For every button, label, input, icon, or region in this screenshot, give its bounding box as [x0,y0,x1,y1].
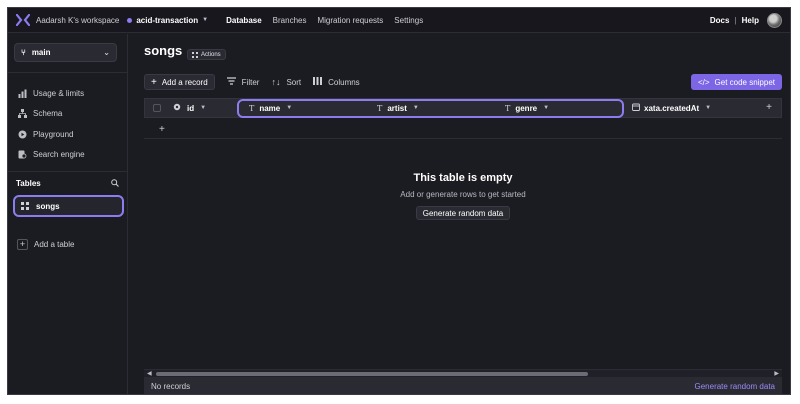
horizontal-scrollbar[interactable]: ◀ ▶ [144,369,782,377]
database-selector[interactable]: acid-transaction [136,16,198,25]
sidebar-item-playground[interactable]: Playground [18,130,73,139]
chevron-down-icon[interactable]: ▼ [200,105,206,111]
add-row-plus-icon[interactable]: + [159,124,165,135]
empty-state-title: This table is empty [413,172,513,184]
get-code-snippet-label: Get code snippet [714,77,775,87]
sidebar-item-schema[interactable]: Schema [18,109,62,118]
calendar-icon [632,103,640,113]
sidebar-item-label: Usage & limits [33,89,85,98]
sidebar-item-label: Schema [33,109,63,118]
sort-icon: ↑↓ [271,77,281,87]
chevron-down-icon[interactable]: ▼ [202,17,208,23]
schema-icon [18,109,27,118]
plus-icon: + [151,76,157,88]
sort-label: Sort [286,77,302,87]
sort-button[interactable]: ↑↓ Sort [271,77,301,87]
tables-heading: Tables [16,179,41,188]
nav-settings[interactable]: Settings [394,16,423,25]
filter-label: Filter [241,77,260,87]
columns-icon [313,77,323,87]
search-engine-icon [18,150,27,159]
branch-selector[interactable]: ⑂ main ⌄ [14,43,117,62]
column-header-id[interactable]: id ▼ [173,99,206,117]
docs-link[interactable]: Docs [710,16,730,25]
sidebar-item-label: Playground [33,130,74,139]
sidebar-item-label: Search engine [33,150,85,159]
table-toolbar: + Add a record Filter ↑↓ Sort Columns [144,74,360,90]
column-name: xata.createdAt [644,103,700,113]
chevron-down-icon[interactable]: ▼ [705,105,711,111]
nav-migration-requests[interactable]: Migration requests [317,16,383,25]
filter-icon [226,77,236,87]
top-right-links: Docs | Help [710,8,782,33]
column-highlight-outline [237,99,624,118]
divider [8,72,128,73]
add-table-label: Add a table [34,240,75,249]
get-code-snippet-button[interactable]: </> Get code snippet [690,74,782,90]
xata-logo-icon[interactable] [16,14,30,26]
code-icon: </> [697,77,710,87]
table-header-row: id ▼ T name ▼ T artist ▼ T genre ▼ xata.… [144,98,782,118]
filter-button[interactable]: Filter [226,77,260,87]
link-separator: | [734,16,737,25]
select-all-checkbox[interactable] [153,104,161,112]
database-status-dot-icon [127,17,133,23]
actions-button[interactable]: Actions [187,49,226,60]
table-footer: No records Generate random data [144,377,782,394]
columns-label: Columns [328,77,360,87]
main-nav: Database Branches Migration requests Set… [226,16,434,25]
divider [144,138,782,139]
nav-branches[interactable]: Branches [273,16,307,25]
table-grid-icon [21,202,29,210]
add-column-plus-icon[interactable]: + [766,102,772,113]
scroll-right-icon[interactable]: ▶ [774,370,779,377]
app-window: Aadarsh K's workspace acid-transaction ▼… [7,7,791,395]
add-record-label: Add a record [161,77,208,87]
sidebar-item-usage-limits[interactable]: Usage & limits [18,89,84,98]
sidebar: ⑂ main ⌄ Usage & limits Schema Playgroun… [8,34,128,394]
plus-icon: + [17,239,28,250]
sidebar-table-label: songs [36,201,60,211]
help-link[interactable]: Help [742,16,759,25]
empty-state-subtitle: Add or generate rows to get started [400,190,526,199]
divider [8,171,128,172]
nav-database[interactable]: Database [226,16,262,25]
branch-name: main [31,48,51,57]
search-icon[interactable] [111,179,119,189]
add-record-button[interactable]: + Add a record [144,74,215,90]
workspace-name[interactable]: Aadarsh K's workspace [36,16,119,25]
generate-random-data-button[interactable]: Generate random data [415,206,511,220]
table-grid-icon [192,51,198,58]
chevron-down-icon: ⌄ [103,48,110,57]
records-count: No records [151,382,191,391]
columns-button[interactable]: Columns [313,77,360,87]
scroll-left-icon[interactable]: ◀ [147,370,152,377]
main-content: songs Actions + Add a record Filter ↑↓ S… [129,34,790,394]
playground-icon [18,130,27,139]
add-table-button[interactable]: + Add a table [17,239,74,250]
column-header-xata-createdat[interactable]: xata.createdAt ▼ [632,99,711,117]
generate-random-data-link[interactable]: Generate random data [695,382,776,391]
key-icon [173,103,181,113]
git-branch-icon: ⑂ [21,48,26,57]
bar-chart-icon [18,89,27,98]
empty-state: This table is empty Add or generate rows… [144,172,782,221]
top-bar: Aadarsh K's workspace acid-transaction ▼… [8,8,790,33]
avatar[interactable] [767,13,782,28]
sidebar-table-songs[interactable]: songs [13,195,124,217]
scrollbar-thumb[interactable] [156,372,588,376]
actions-label: Actions [201,51,221,58]
page-title: songs [144,43,183,58]
sidebar-item-search-engine[interactable]: Search engine [18,150,85,159]
column-name: id [187,103,195,113]
